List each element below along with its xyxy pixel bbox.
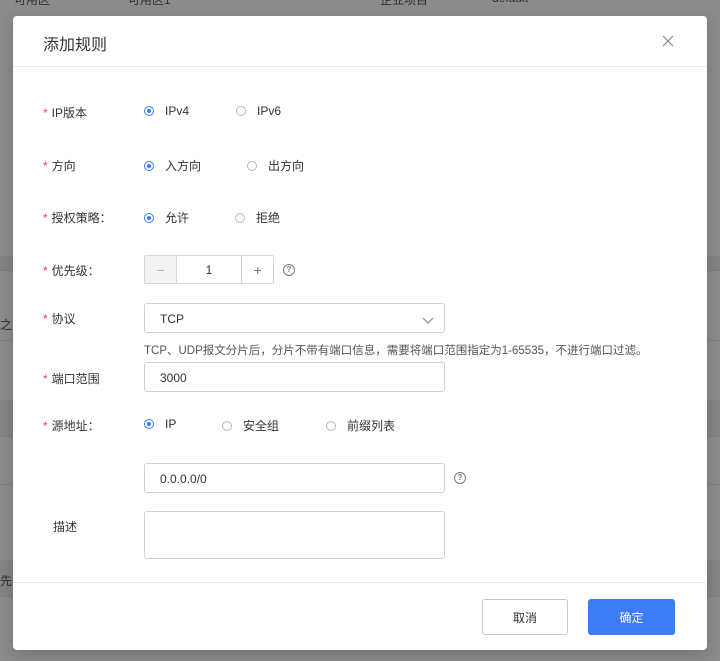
- dialog-header: 添加规则: [13, 16, 707, 67]
- radio-outbound[interactable]: 出方向: [247, 157, 304, 174]
- protocol-select[interactable]: TCP: [144, 303, 445, 333]
- radio-dot: [236, 106, 246, 116]
- protocol-value: TCP: [160, 312, 184, 326]
- ip-version-label: * IP版本: [43, 106, 88, 120]
- add-rule-dialog: 添加规则 * IP版本 IPv4 IPv6 * 方向 入方向 出方向 * 授权策略： …: [13, 16, 707, 650]
- radio-deny[interactable]: 拒绝: [235, 209, 280, 226]
- source-label: * 源地址：: [43, 419, 100, 433]
- port-range-label: * 端口范围: [43, 372, 100, 386]
- radio-dot: [144, 419, 154, 429]
- radio-inbound[interactable]: 入方向: [144, 157, 201, 174]
- question-circle-icon[interactable]: ?: [283, 264, 295, 276]
- close-icon[interactable]: [659, 32, 677, 50]
- cancel-button[interactable]: 取消: [482, 599, 568, 635]
- priority-value[interactable]: 1: [177, 256, 242, 283]
- priority-stepper: − 1 +: [144, 255, 274, 284]
- radio-source-ip[interactable]: IP: [144, 417, 176, 431]
- policy-label: * 授权策略：: [43, 211, 112, 225]
- dialog-footer: 取消 确定: [13, 582, 707, 651]
- radio-dot: [235, 212, 245, 223]
- question-circle-icon[interactable]: ?: [454, 472, 466, 484]
- radio-ipv4[interactable]: IPv4: [144, 104, 189, 118]
- decrement-button[interactable]: −: [145, 256, 177, 283]
- chevron-down-icon: [422, 314, 434, 328]
- radio-dot: [144, 212, 154, 223]
- increment-button[interactable]: +: [241, 256, 273, 283]
- radio-source-prefix-list[interactable]: 前缀列表: [326, 417, 395, 434]
- protocol-label: * 协议: [43, 312, 76, 326]
- direction-label: * 方向: [43, 159, 76, 173]
- protocol-hint: TCP、UDP报文分片后，分片不带有端口信息，需要将端口范围指定为1-65535…: [144, 345, 648, 357]
- dialog-title: 添加规则: [43, 37, 108, 54]
- radio-dot: [144, 106, 154, 116]
- radio-source-security-group[interactable]: 安全组: [222, 417, 279, 434]
- description-label: 描述: [53, 520, 78, 534]
- radio-ipv6[interactable]: IPv6: [236, 104, 281, 118]
- radio-dot: [222, 420, 232, 431]
- radio-dot: [144, 160, 154, 171]
- port-range-input[interactable]: 3000: [144, 362, 445, 392]
- radio-allow[interactable]: 允许: [144, 209, 189, 226]
- radio-dot: [326, 420, 336, 431]
- priority-label: * 优先级：: [43, 264, 100, 278]
- radio-dot: [247, 160, 257, 171]
- confirm-button[interactable]: 确定: [588, 599, 675, 635]
- description-textarea[interactable]: [144, 511, 445, 559]
- source-ip-input[interactable]: 0.0.0.0/0: [144, 463, 445, 493]
